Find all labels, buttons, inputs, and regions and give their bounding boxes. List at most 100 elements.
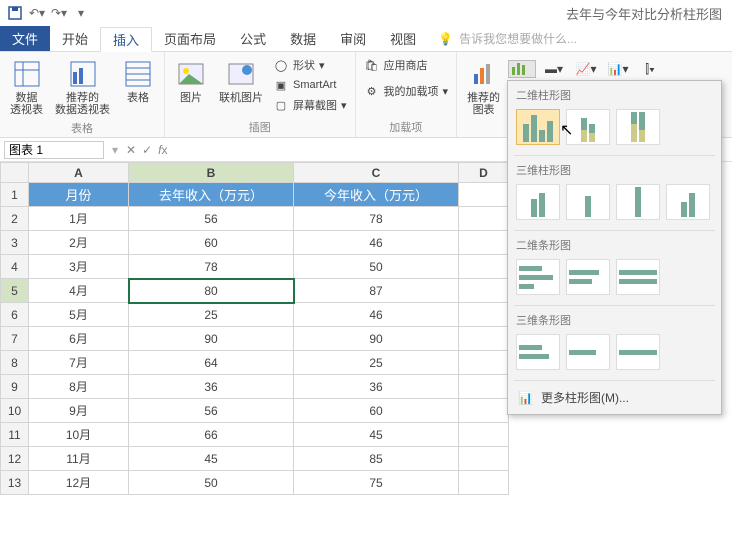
cell-D9[interactable] — [459, 375, 509, 399]
stacked-column-thumb[interactable] — [566, 109, 610, 145]
3d-100-stacked-column-thumb[interactable] — [616, 184, 660, 220]
tab-pagelayout[interactable]: 页面布局 — [152, 26, 228, 51]
cell-D10[interactable] — [459, 399, 509, 423]
name-box[interactable] — [4, 141, 104, 159]
tab-formulas[interactable]: 公式 — [228, 26, 278, 51]
col-head-A[interactable]: A — [29, 163, 129, 183]
tab-file[interactable]: 文件 — [0, 26, 50, 51]
3d-100-stacked-bar-thumb[interactable] — [616, 334, 660, 370]
store-button[interactable]: 🛍应用商店 — [362, 56, 451, 74]
3d-stacked-bar-thumb[interactable] — [566, 334, 610, 370]
cell-C7[interactable]: 90 — [294, 327, 459, 351]
cell-A10[interactable]: 9月 — [29, 399, 129, 423]
recommended-pivot-button[interactable]: 推荐的 数据透视表 — [51, 56, 114, 118]
online-pictures-button[interactable]: 联机图片 — [215, 56, 267, 106]
combo-chart-button[interactable]: ⫿▾ — [636, 60, 664, 78]
cell-C5[interactable]: 87 — [294, 279, 459, 303]
row-head-8[interactable]: 8 — [1, 351, 29, 375]
cell-C13[interactable]: 75 — [294, 471, 459, 495]
table-header[interactable]: 去年收入（万元） — [129, 183, 294, 207]
cell-A3[interactable]: 2月 — [29, 231, 129, 255]
cell-C11[interactable]: 45 — [294, 423, 459, 447]
tab-review[interactable]: 审阅 — [328, 26, 378, 51]
column-chart-button[interactable] — [508, 60, 536, 78]
cell-D6[interactable] — [459, 303, 509, 327]
cell-C12[interactable]: 85 — [294, 447, 459, 471]
row-head-2[interactable]: 2 — [1, 207, 29, 231]
3d-clustered-column-thumb[interactable] — [516, 184, 560, 220]
cell-C9[interactable]: 36 — [294, 375, 459, 399]
save-icon[interactable] — [6, 4, 24, 22]
tab-insert[interactable]: 插入 — [100, 27, 152, 52]
row-head-3[interactable]: 3 — [1, 231, 29, 255]
cell-B4[interactable]: 78 — [129, 255, 294, 279]
row-head-1[interactable]: 1 — [1, 183, 29, 207]
more-column-charts-button[interactable]: 📊 更多柱形图(M)... — [508, 381, 721, 414]
tab-data[interactable]: 数据 — [278, 26, 328, 51]
100-stacked-column-thumb[interactable] — [616, 109, 660, 145]
stacked-bar-thumb[interactable] — [566, 259, 610, 295]
cell-C2[interactable]: 78 — [294, 207, 459, 231]
row-head-13[interactable]: 13 — [1, 471, 29, 495]
cell-B2[interactable]: 56 — [129, 207, 294, 231]
cell-A6[interactable]: 5月 — [29, 303, 129, 327]
line-chart-button[interactable]: 📈▾ — [572, 60, 600, 78]
cell-A11[interactable]: 10月 — [29, 423, 129, 447]
col-head-B[interactable]: B — [129, 163, 294, 183]
bar-chart-button[interactable]: ▬▾ — [540, 60, 568, 78]
cell-A5[interactable]: 4月 — [29, 279, 129, 303]
cell-A9[interactable]: 8月 — [29, 375, 129, 399]
col-head-D[interactable]: D — [459, 163, 509, 183]
cell-B3[interactable]: 60 — [129, 231, 294, 255]
select-all[interactable] — [1, 163, 29, 183]
cell-C10[interactable]: 60 — [294, 399, 459, 423]
my-addins-button[interactable]: ⚙我的加载项 ▾ — [362, 82, 451, 100]
undo-icon[interactable]: ↶▾ — [28, 4, 46, 22]
row-head-11[interactable]: 11 — [1, 423, 29, 447]
stock-chart-button[interactable]: 📊▾ — [604, 60, 632, 78]
cell-B12[interactable]: 45 — [129, 447, 294, 471]
cell-D8[interactable] — [459, 351, 509, 375]
cell-A2[interactable]: 1月 — [29, 207, 129, 231]
clustered-column-thumb[interactable] — [516, 109, 560, 145]
cell-B10[interactable]: 56 — [129, 399, 294, 423]
tell-me-search[interactable]: 💡 告诉我您想要做什么... — [438, 26, 577, 51]
cancel-icon[interactable]: ✕ — [126, 143, 136, 157]
row-head-5[interactable]: 5 — [1, 279, 29, 303]
cell-A13[interactable]: 12月 — [29, 471, 129, 495]
cell-C3[interactable]: 46 — [294, 231, 459, 255]
cell-D5[interactable] — [459, 279, 509, 303]
cell-D12[interactable] — [459, 447, 509, 471]
pictures-button[interactable]: 图片 — [171, 56, 211, 106]
pivot-table-button[interactable]: 数据 透视表 — [6, 56, 47, 118]
enter-icon[interactable]: ✓ — [142, 143, 152, 157]
3d-column-thumb[interactable] — [666, 184, 710, 220]
table-button[interactable]: 表格 — [118, 56, 158, 106]
cell-C8[interactable]: 25 — [294, 351, 459, 375]
cell-C4[interactable]: 50 — [294, 255, 459, 279]
cell-B9[interactable]: 36 — [129, 375, 294, 399]
row-head-7[interactable]: 7 — [1, 327, 29, 351]
cell-A4[interactable]: 3月 — [29, 255, 129, 279]
row-head-9[interactable]: 9 — [1, 375, 29, 399]
cell-B5[interactable]: 80 — [129, 279, 294, 303]
cell-A7[interactable]: 6月 — [29, 327, 129, 351]
cell-C6[interactable]: 46 — [294, 303, 459, 327]
cell-A8[interactable]: 7月 — [29, 351, 129, 375]
row-head-12[interactable]: 12 — [1, 447, 29, 471]
cell-A12[interactable]: 11月 — [29, 447, 129, 471]
cell-D2[interactable] — [459, 207, 509, 231]
cell-D13[interactable] — [459, 471, 509, 495]
smartart-button[interactable]: ▣SmartArt — [271, 76, 349, 94]
cell-D7[interactable] — [459, 327, 509, 351]
100-stacked-bar-thumb[interactable] — [616, 259, 660, 295]
row-head-6[interactable]: 6 — [1, 303, 29, 327]
cell[interactable] — [459, 183, 509, 207]
table-header[interactable]: 月份 — [29, 183, 129, 207]
3d-clustered-bar-thumb[interactable] — [516, 334, 560, 370]
shapes-button[interactable]: ◯形状 ▾ — [271, 56, 349, 74]
cell-B13[interactable]: 50 — [129, 471, 294, 495]
screenshot-button[interactable]: ▢屏幕截图 ▾ — [271, 96, 349, 114]
3d-stacked-column-thumb[interactable] — [566, 184, 610, 220]
cell-D4[interactable] — [459, 255, 509, 279]
